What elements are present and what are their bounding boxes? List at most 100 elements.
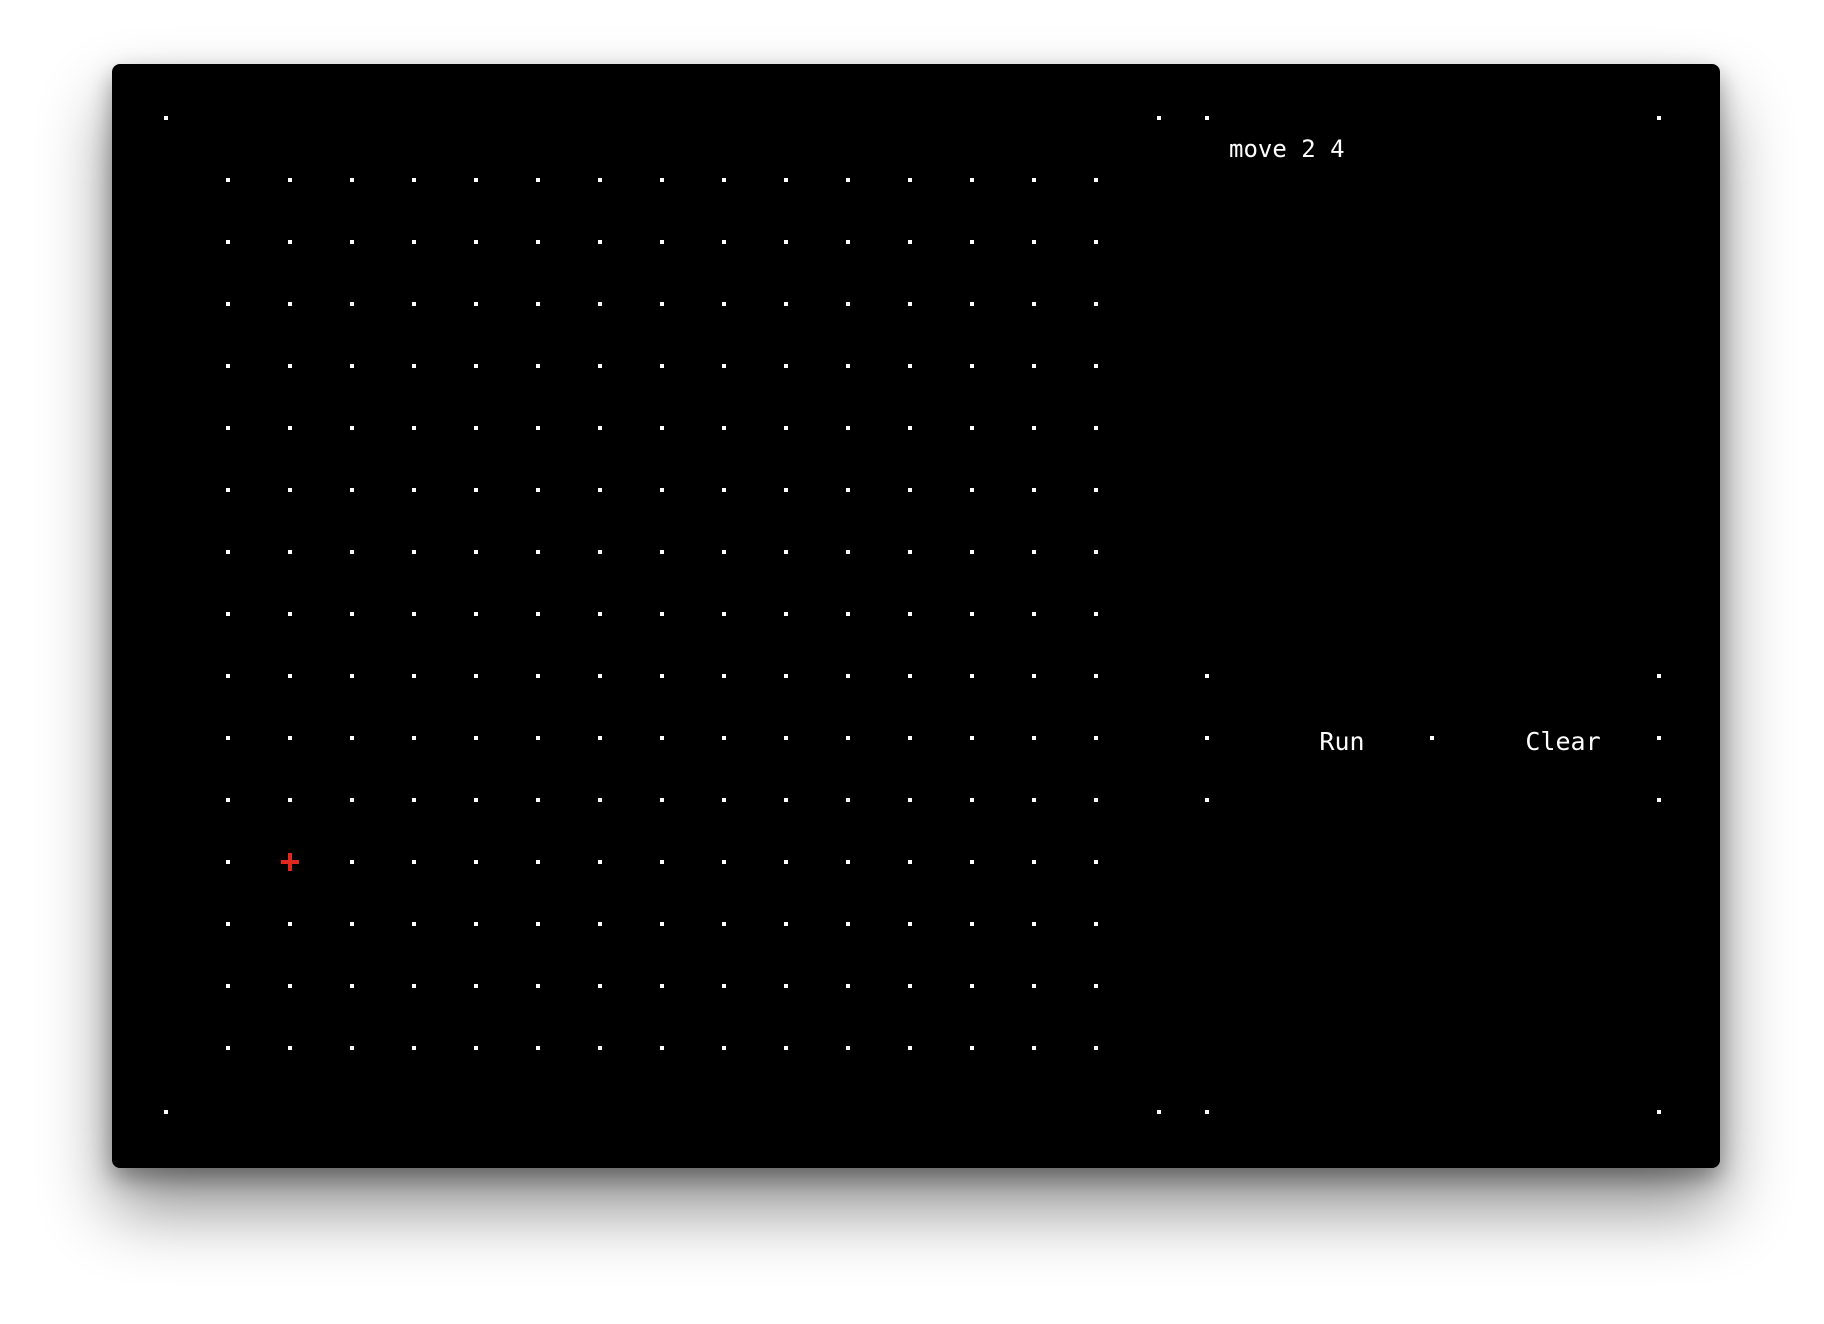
- grid-dot: [970, 426, 974, 430]
- grid-dot: [660, 240, 664, 244]
- grid-dot: [226, 1046, 230, 1050]
- grid-dot: [1094, 178, 1098, 182]
- grid-dot: [908, 860, 912, 864]
- grid-dot: [536, 674, 540, 678]
- grid-dot: [1094, 674, 1098, 678]
- grid-dot: [970, 1046, 974, 1050]
- grid-dot: [598, 674, 602, 678]
- grid-dot: [412, 302, 416, 306]
- frame-dot: [1205, 736, 1209, 740]
- grid-dot: [474, 240, 478, 244]
- grid-dot: [908, 612, 912, 616]
- grid-dot: [474, 550, 478, 554]
- grid-dot: [722, 550, 726, 554]
- frame-dot: [164, 116, 168, 120]
- grid-dot: [722, 240, 726, 244]
- grid-dot: [288, 364, 292, 368]
- grid-dot: [598, 798, 602, 802]
- grid-dot: [1094, 736, 1098, 740]
- grid-dot: [1032, 426, 1036, 430]
- grid-dot: [722, 364, 726, 368]
- grid-dot: [350, 364, 354, 368]
- grid-dot: [226, 922, 230, 926]
- grid-dot: [288, 488, 292, 492]
- grid-dot: [536, 1046, 540, 1050]
- grid-dot: [846, 1046, 850, 1050]
- grid-dot: [598, 612, 602, 616]
- grid-dot: [598, 860, 602, 864]
- grid-dot: [474, 736, 478, 740]
- grid-dot: [412, 736, 416, 740]
- grid-dot: [474, 984, 478, 988]
- grid-dot: [846, 736, 850, 740]
- grid-dot: [1032, 984, 1036, 988]
- grid-dot: [908, 1046, 912, 1050]
- grid-dot: [1032, 364, 1036, 368]
- grid-dot: [350, 984, 354, 988]
- grid-dot: [784, 736, 788, 740]
- grid-dot: [1094, 364, 1098, 368]
- grid-dot: [660, 736, 664, 740]
- grid-dot: [660, 798, 664, 802]
- grid-dot: [1094, 426, 1098, 430]
- grid-dot: [784, 674, 788, 678]
- grid-dot: [288, 550, 292, 554]
- grid-dot: [288, 302, 292, 306]
- grid-dot: [412, 240, 416, 244]
- grid-dot: [598, 736, 602, 740]
- grid-dot: [474, 178, 478, 182]
- grid-dot: [846, 798, 850, 802]
- grid-dot: [598, 1046, 602, 1050]
- grid-dot: [660, 612, 664, 616]
- grid-dot: [474, 1046, 478, 1050]
- grid-dot: [350, 674, 354, 678]
- grid-dot: [970, 364, 974, 368]
- grid-dot: [412, 612, 416, 616]
- grid-dot: [660, 674, 664, 678]
- grid-dot: [350, 488, 354, 492]
- grid-dot: [536, 550, 540, 554]
- grid-dot: [474, 364, 478, 368]
- grid-dot: [288, 612, 292, 616]
- grid-dot: [598, 550, 602, 554]
- grid-dot: [226, 240, 230, 244]
- grid-dot: [598, 922, 602, 926]
- grid-dot: [660, 860, 664, 864]
- grid-dot: [536, 984, 540, 988]
- grid-dot: [412, 860, 416, 864]
- grid-dot: [226, 736, 230, 740]
- clear-button[interactable]: Clear: [1503, 726, 1623, 758]
- grid-dot: [722, 426, 726, 430]
- grid-dot: [908, 674, 912, 678]
- grid-dot: [722, 178, 726, 182]
- grid-dot: [970, 674, 974, 678]
- grid-dot: [1032, 674, 1036, 678]
- grid-dot: [226, 984, 230, 988]
- grid-dot: [784, 364, 788, 368]
- grid-dot: [1032, 488, 1036, 492]
- grid-dot: [908, 302, 912, 306]
- frame-dot: [164, 1110, 168, 1114]
- grid-dot: [660, 550, 664, 554]
- command-input[interactable]: move 2 4: [1229, 134, 1609, 170]
- grid-dot: [288, 1046, 292, 1050]
- grid-dot: [846, 674, 850, 678]
- grid-dot: [1032, 612, 1036, 616]
- grid-dot: [722, 984, 726, 988]
- grid-dot: [784, 302, 788, 306]
- grid-dot: [536, 302, 540, 306]
- grid-dot: [784, 984, 788, 988]
- grid-dot: [784, 860, 788, 864]
- grid-dot: [598, 240, 602, 244]
- grid-dot: [846, 240, 850, 244]
- cursor-plus-icon: [280, 852, 300, 872]
- grid-dot: [908, 426, 912, 430]
- grid-dot: [1032, 302, 1036, 306]
- grid-dot: [1032, 922, 1036, 926]
- grid-dot: [1032, 798, 1036, 802]
- grid-dot: [226, 612, 230, 616]
- grid-dot: [412, 922, 416, 926]
- grid-dot: [1094, 922, 1098, 926]
- frame-dot: [1157, 1110, 1161, 1114]
- run-button[interactable]: Run: [1292, 726, 1392, 758]
